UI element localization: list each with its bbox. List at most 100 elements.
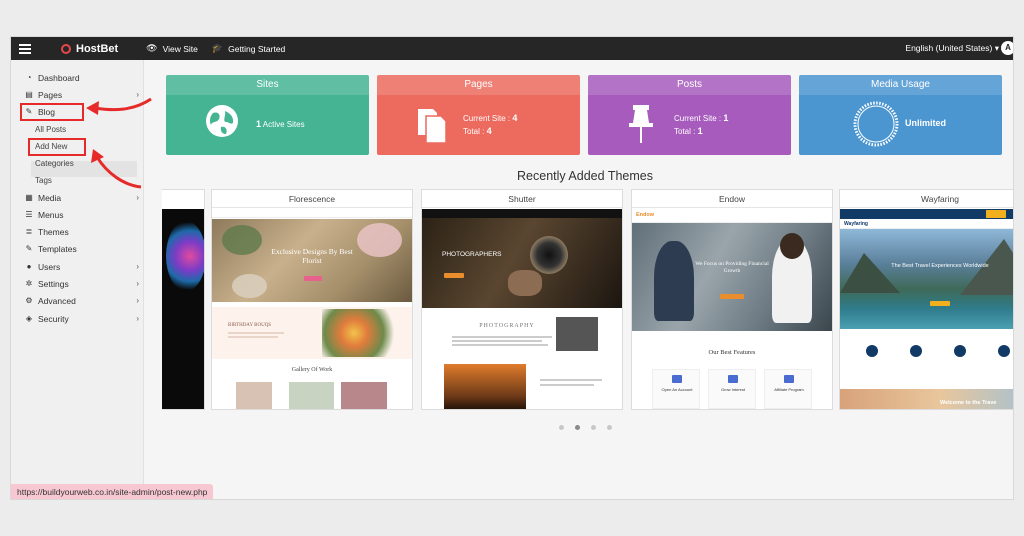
avatar[interactable]: A bbox=[1001, 41, 1013, 55]
blog-highlight-box bbox=[20, 103, 84, 121]
themes-icon: ≣ bbox=[25, 227, 33, 236]
pages-card[interactable]: Pages Current Site : 4 Total : 4 bbox=[377, 75, 580, 155]
sidebar-subitem-tags[interactable]: Tags bbox=[35, 176, 52, 185]
theme-name: Endow bbox=[632, 190, 832, 208]
sidebar-item-security[interactable]: ◈ Security › bbox=[23, 311, 139, 326]
sidebar-item-menus[interactable]: ☰ Menus bbox=[23, 207, 139, 222]
card-title: Posts bbox=[588, 75, 791, 95]
caret-down-icon: ▾ bbox=[994, 43, 999, 53]
media-usage-card[interactable]: Media Usage Unlimited bbox=[799, 75, 1002, 155]
carousel-dot-active[interactable] bbox=[575, 425, 580, 430]
chevron-right-icon: › bbox=[136, 314, 139, 323]
eye-icon: 👁 bbox=[146, 43, 158, 53]
theme-card-partial[interactable] bbox=[162, 189, 205, 410]
getting-started-link[interactable]: 🎓 Getting Started bbox=[212, 43, 285, 54]
carousel-dot[interactable] bbox=[591, 425, 596, 430]
add-new-highlight-box bbox=[28, 138, 86, 156]
settings-icon: ✲ bbox=[25, 279, 33, 288]
sidebar-item-templates[interactable]: ✎ Templates bbox=[23, 241, 139, 256]
theme-thumbnail: Exclusive Designs By Best Florist BIRTHD… bbox=[212, 209, 412, 409]
sidebar-item-label: Templates bbox=[38, 243, 77, 254]
sites-card[interactable]: Sites 1 Active Sites bbox=[166, 75, 369, 155]
sidebar-item-label: Pages bbox=[38, 89, 63, 100]
theme-thumbnail bbox=[162, 209, 204, 409]
theme-thumbnail: PHOTOGRAPHERS PHOTOGRAPHY bbox=[422, 209, 622, 409]
pages-current-label: Current Site : bbox=[463, 114, 511, 123]
sites-label: Active Sites bbox=[262, 120, 305, 129]
endow-logo: Endow bbox=[636, 212, 655, 218]
posts-card[interactable]: Posts Current Site : 1 Total : 1 bbox=[588, 75, 791, 155]
endow-features-title: Our Best Features bbox=[708, 349, 756, 356]
thumb-cta-button bbox=[930, 301, 950, 306]
wayfaring-hero-text: The Best Travel Experiences Worldwide bbox=[891, 263, 989, 269]
wayfaring-logo: Wayfaring bbox=[844, 221, 868, 227]
app-window: HostBet 👁 View Site 🎓 Getting Started En… bbox=[10, 36, 1014, 500]
theme-card-wayfaring[interactable]: Wayfaring Wayfaring The Best Travel Expe… bbox=[839, 189, 1013, 410]
sidebar-item-label: Menus bbox=[38, 209, 64, 220]
users-icon: ● bbox=[26, 262, 32, 271]
sidebar-item-label: Themes bbox=[38, 226, 69, 237]
thumb-cta-button bbox=[444, 273, 464, 278]
sidebar-subitem-all-posts[interactable]: All Posts bbox=[35, 125, 66, 134]
hamburger-menu-icon[interactable] bbox=[19, 43, 31, 54]
arrow-to-blog-icon bbox=[86, 97, 152, 115]
templates-icon: ✎ bbox=[25, 244, 33, 253]
carousel-dot[interactable] bbox=[607, 425, 612, 430]
usage-ring-icon bbox=[853, 101, 899, 147]
pages-total-value: 4 bbox=[486, 126, 492, 136]
chevron-right-icon: › bbox=[136, 279, 139, 288]
lake-hero-image bbox=[840, 229, 1013, 329]
sidebar-item-settings[interactable]: ✲ Settings › bbox=[23, 276, 139, 291]
theme-thumbnail: Wayfaring The Best Travel Experiences Wo… bbox=[840, 209, 1013, 409]
feature-3: Affiliate Program bbox=[774, 387, 804, 392]
thumb-top-strip bbox=[840, 209, 1013, 219]
posts-current-label: Current Site : bbox=[674, 114, 722, 123]
thumb-header: Endow bbox=[632, 209, 832, 223]
sidebar-item-themes[interactable]: ≣ Themes bbox=[23, 224, 139, 239]
arrow-to-add-new-icon bbox=[91, 149, 142, 189]
media-icon: ▦ bbox=[25, 193, 33, 202]
camera-hero-image bbox=[422, 218, 622, 308]
sites-count: 1 bbox=[256, 119, 262, 129]
photography-title: PHOTOGRAPHY bbox=[479, 323, 535, 329]
posts-total-value: 1 bbox=[697, 126, 703, 136]
thumb-cta-button bbox=[304, 276, 322, 281]
thumb-header bbox=[212, 209, 412, 218]
theme-name: Shutter bbox=[422, 190, 622, 208]
wayfaring-footer-text: Welcome to the Trave bbox=[940, 400, 997, 406]
sidebar-item-dashboard[interactable]: ◔ Dashboard bbox=[23, 70, 139, 85]
advanced-icon: ⚙ bbox=[25, 296, 33, 305]
getting-started-label: Getting Started bbox=[228, 43, 286, 54]
thumb-cta-button bbox=[720, 294, 744, 299]
theme-thumbnail: Endow We Focus on Providing Financial Gr… bbox=[632, 209, 832, 409]
sidebar-item-media[interactable]: ▦ Media › bbox=[23, 190, 139, 205]
view-site-link[interactable]: 👁 View Site bbox=[146, 43, 198, 54]
theme-card-shutter[interactable]: Shutter PHOTOGRAPHERS PHOTOGRAPHY bbox=[421, 189, 623, 410]
media-usage-value: Unlimited bbox=[905, 118, 947, 128]
theme-name: Florescence bbox=[212, 190, 412, 208]
brand-logo-icon bbox=[61, 43, 71, 54]
sidebar-item-label: Settings bbox=[38, 278, 69, 289]
pages-total-label: Total : bbox=[463, 127, 485, 136]
brand[interactable]: HostBet bbox=[61, 43, 118, 55]
sidebar-item-label: Advanced bbox=[38, 295, 76, 306]
carousel-dot[interactable] bbox=[559, 425, 564, 430]
top-bar: HostBet 👁 View Site 🎓 Getting Started En… bbox=[11, 37, 1013, 60]
sidebar-item-advanced[interactable]: ⚙ Advanced › bbox=[23, 293, 139, 308]
theme-card-endow[interactable]: Endow Endow We Focus on Providing Financ… bbox=[631, 189, 833, 410]
globe-icon bbox=[206, 105, 238, 137]
card-title: Media Usage bbox=[799, 75, 1002, 95]
sidebar-item-users[interactable]: ● Users › bbox=[23, 259, 139, 274]
dashboard-icon: ◔ bbox=[26, 73, 32, 82]
theme-card-florescence[interactable]: Florescence Exclusive Designs By Best Fl… bbox=[211, 189, 413, 410]
chevron-right-icon: › bbox=[136, 193, 139, 202]
posts-total-label: Total : bbox=[674, 127, 696, 136]
language-label: English (United States) bbox=[905, 43, 993, 53]
sidebar-item-label: Security bbox=[38, 313, 69, 324]
gallery-title: Gallery Of Work bbox=[291, 367, 333, 373]
language-selector[interactable]: English (United States) ▾ bbox=[905, 43, 999, 54]
business-hero-image bbox=[632, 223, 832, 331]
chevron-right-icon: › bbox=[136, 262, 139, 271]
thumb-header: Wayfaring bbox=[840, 219, 1013, 229]
sidebar-subitem-categories[interactable]: Categories bbox=[35, 159, 74, 168]
